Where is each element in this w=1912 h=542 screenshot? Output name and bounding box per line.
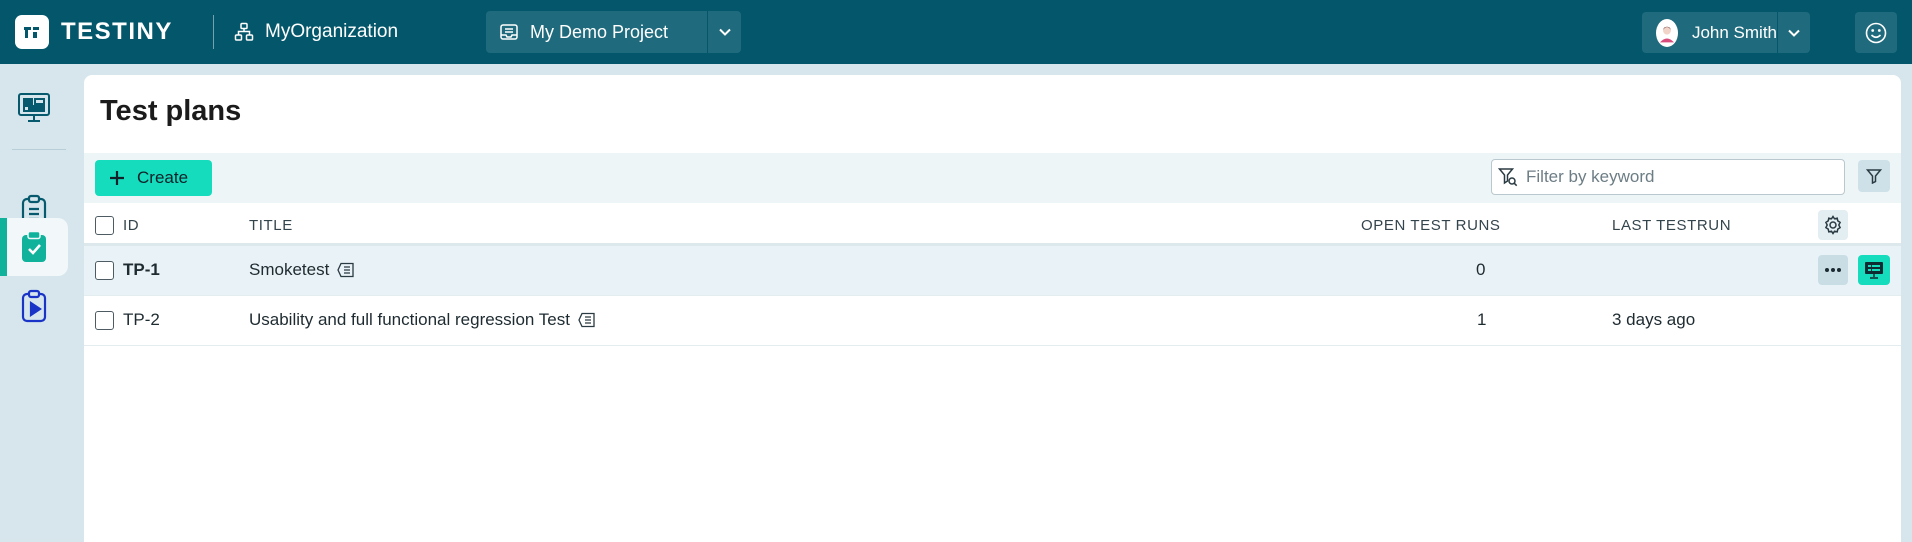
top-bar: TESTINY MyOrganization My Demo Project J… — [0, 0, 1912, 64]
description-icon — [337, 262, 354, 278]
create-button[interactable]: Create — [95, 160, 212, 196]
project-button[interactable]: My Demo Project — [486, 11, 708, 53]
chevron-down-icon — [1788, 29, 1800, 37]
row-id[interactable]: TP-2 — [123, 310, 160, 330]
test-run-monitor-icon — [1865, 262, 1883, 279]
app-name: TESTINY — [61, 18, 173, 45]
row-open-run-button[interactable] — [1858, 255, 1890, 285]
table-row[interactable]: TP-1 Smoketest 0 — [84, 246, 1901, 296]
row-more-actions-button[interactable] — [1818, 255, 1848, 285]
avatar — [1656, 18, 1678, 47]
project-name: My Demo Project — [530, 21, 669, 42]
sidebar-item-test-plans[interactable] — [0, 218, 68, 276]
clipboard-play-icon — [21, 289, 47, 323]
smiley-icon — [1865, 22, 1887, 43]
sidebar-item-test-runs[interactable] — [0, 277, 68, 335]
row-title[interactable]: Smoketest — [249, 260, 329, 280]
main-panel: Test plans Create ID TITLE OPEN TEST RUN… — [84, 75, 1901, 542]
filter-icon — [1866, 169, 1882, 184]
description-icon — [578, 312, 595, 328]
clipboard-check-icon — [22, 230, 46, 262]
row-title-cell[interactable]: Usability and full functional regression… — [249, 310, 596, 330]
sidebar — [0, 64, 80, 542]
row-id[interactable]: TP-1 — [123, 260, 160, 280]
column-header-title[interactable]: TITLE — [249, 217, 293, 234]
project-icon — [500, 24, 518, 40]
column-header-last-testrun[interactable]: LAST TESTRUN — [1612, 217, 1731, 234]
user-avatar-icon — [1659, 26, 1675, 42]
user-button[interactable]: John Smith — [1642, 12, 1778, 53]
dashboard-monitor-icon — [18, 93, 50, 122]
row-last-testrun: 3 days ago — [1612, 310, 1696, 329]
row-title[interactable]: Usability and full functional regression… — [249, 310, 570, 330]
table-row[interactable]: TP-2 Usability and full functional regre… — [84, 296, 1901, 346]
row-open-test-runs: 0 — [1476, 260, 1486, 279]
filter-field[interactable] — [1491, 159, 1845, 195]
filter-search-icon — [1498, 168, 1518, 187]
user-menu[interactable]: John Smith — [1642, 12, 1810, 53]
row-checkbox[interactable] — [95, 261, 114, 280]
filter-button[interactable] — [1858, 160, 1890, 192]
row-checkbox[interactable] — [95, 311, 114, 330]
organization-icon — [234, 22, 254, 41]
create-button-label: Create — [137, 168, 189, 187]
plus-icon — [110, 171, 124, 185]
filter-input[interactable] — [1526, 167, 1836, 187]
project-dropdown-toggle[interactable] — [708, 11, 741, 53]
toolbar: Create — [84, 153, 1901, 203]
user-name: John Smith — [1691, 22, 1777, 42]
more-horizontal-icon — [1825, 268, 1841, 272]
organization-link[interactable]: MyOrganization — [234, 18, 398, 46]
feedback-button[interactable] — [1855, 12, 1897, 53]
header-divider — [213, 15, 214, 49]
column-settings-button[interactable] — [1818, 210, 1848, 240]
project-selector[interactable]: My Demo Project — [486, 11, 741, 53]
app-logo[interactable]: TESTINY — [15, 15, 173, 49]
sidebar-divider — [12, 149, 66, 150]
chevron-down-icon — [718, 28, 731, 36]
organization-name: MyOrganization — [265, 21, 399, 42]
page-title: Test plans — [100, 95, 242, 127]
gear-icon — [1824, 215, 1842, 235]
user-dropdown-toggle[interactable] — [1778, 12, 1810, 53]
logo-mark-icon — [15, 15, 49, 49]
row-open-test-runs: 1 — [1477, 310, 1487, 329]
table-header: ID TITLE OPEN TEST RUNS LAST TESTRUN — [84, 203, 1901, 246]
select-all-checkbox[interactable] — [95, 216, 114, 235]
column-header-open-test-runs[interactable]: OPEN TEST RUNS — [1361, 217, 1501, 234]
row-title-cell[interactable]: Smoketest — [249, 260, 355, 280]
column-header-id[interactable]: ID — [123, 217, 139, 234]
sidebar-item-dashboard[interactable] — [0, 79, 68, 137]
